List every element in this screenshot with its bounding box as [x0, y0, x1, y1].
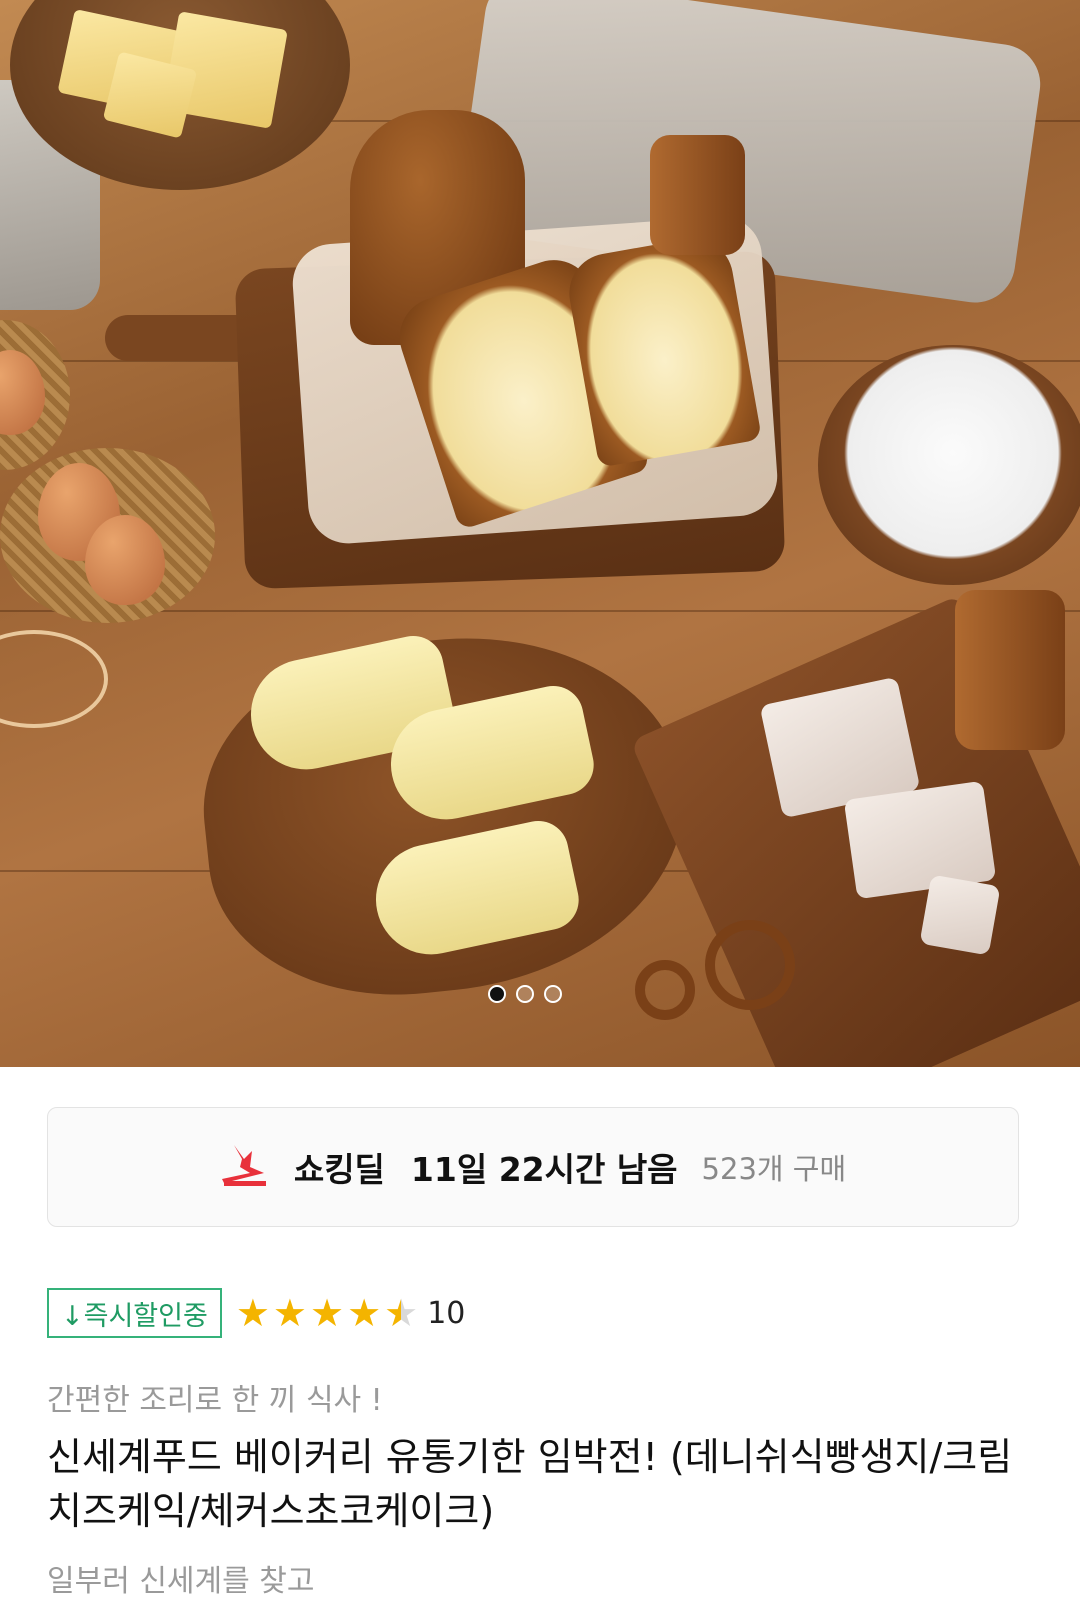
lightning-bolt-icon: [221, 1145, 266, 1186]
star-full-icon: ★: [235, 1291, 270, 1335]
star-full-icon: ★: [272, 1291, 307, 1335]
product-image-carousel[interactable]: [0, 0, 1080, 1067]
product-description-cutoff: 일부러 신세계를 찾고: [47, 1564, 315, 1599]
review-count[interactable]: 10: [427, 1296, 465, 1331]
shocking-deal-banner[interactable]: 쇼킹딜 11일 22시간 남음 523개 구매: [47, 1107, 1019, 1227]
product-title: 신세계푸드 베이커리 유통기한 임박전! (데니쉬식빵생지/크림치즈케익/체커스…: [47, 1435, 1013, 1533]
star-full-icon: ★: [309, 1291, 345, 1335]
purchase-count: 523개 구매: [701, 1152, 847, 1186]
star-half-icon: ★: [384, 1291, 419, 1335]
carousel-dot-2[interactable]: [516, 985, 534, 1003]
star-full-icon: ★: [347, 1291, 382, 1335]
instant-discount-badge: ↓즉시할인중: [47, 1288, 222, 1338]
badge-rating-row: ↓즉시할인중 ★ ★ ★ ★ ★ 10: [47, 1287, 465, 1339]
product-subtitle: 간편한 조리로 한 끼 식사 !: [47, 1383, 383, 1418]
deal-time-left: 11일 22시간 남음: [410, 1150, 678, 1189]
rating-stars[interactable]: ★ ★ ★ ★ ★ 10: [236, 1294, 466, 1332]
carousel-pagination[interactable]: [488, 985, 562, 1003]
carousel-dot-1[interactable]: [488, 985, 506, 1003]
deal-name: 쇼킹딜: [293, 1150, 385, 1189]
carousel-dot-3[interactable]: [544, 985, 562, 1003]
